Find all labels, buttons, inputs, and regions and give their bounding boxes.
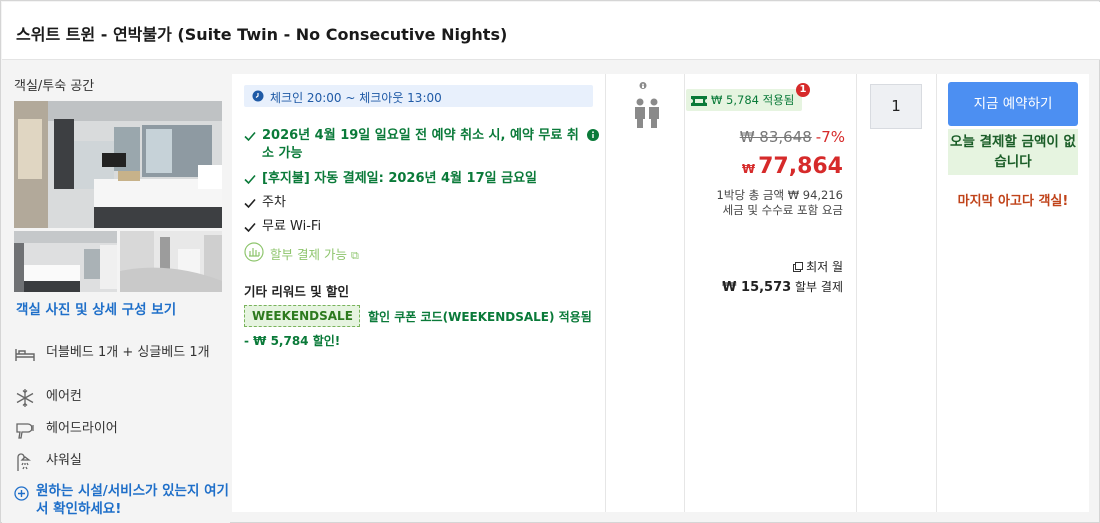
amenity-item: 에어컨 (14, 387, 224, 409)
feature-text: 주차 (262, 195, 286, 210)
amenity-item: 더블베드 1개 + 싱글베드 1개 (14, 343, 224, 377)
feature-text: 무료 Wi-Fi (262, 219, 322, 234)
checkin-text: 체크인 20:00 ~ 체크아웃 13:00 (270, 91, 442, 105)
column-divider (605, 74, 606, 512)
coupon-applied-text: 할인 쿠폰 코드(WEEKENDSALE) 적용됨 (368, 310, 592, 324)
coupon-code: WEEKENDSALE (252, 309, 353, 323)
hairdryer-icon (14, 419, 36, 441)
coupon-discount-text: - ₩ 5,784 할인! (244, 334, 341, 348)
per-night-total: 1박당 총 금액 ₩ 94,216 (716, 188, 843, 202)
section-title: 객실/투숙 공간 (14, 79, 95, 94)
room-photo-thumb[interactable] (120, 231, 222, 292)
info-icon[interactable] (587, 129, 599, 147)
feature-text: [후지불] 자동 결제일: 2026년 4월 17일 금요일 (262, 171, 537, 186)
guests-icon (633, 82, 661, 128)
amenity-label: 더블베드 1개 + 싱글베드 1개 (46, 345, 210, 360)
feature-pay-later: [후지불] 자동 결제일: 2026년 4월 17일 금요일 (244, 170, 599, 188)
check-icon (244, 221, 256, 239)
feature-text: 2026년 4월 19일 일요일 전 예약 취소 시, 예약 무료 취소 가능 (262, 128, 579, 161)
feature-free-cancellation: 2026년 4월 19일 일요일 전 예약 취소 시, 예약 무료 취소 가능 (244, 127, 599, 163)
ticket-icon (691, 95, 707, 109)
check-icon (244, 173, 256, 191)
current-price: ₩77,864 (742, 154, 843, 179)
promo-heading: 기타 리워드 및 할인 (244, 284, 350, 299)
room-card: 스위트 트윈 - 연박불가 (Suite Twin - No Consecuti… (0, 0, 1100, 523)
last-room-notice: 마지막 아고다 객실! (957, 194, 1069, 209)
column-divider (856, 74, 857, 512)
amenity-label: 샤워실 (46, 453, 82, 468)
feature-wifi: 무료 Wi-Fi (244, 218, 599, 236)
amenity-item: 샤워실 (14, 451, 224, 473)
room-info-panel: 객실/투숙 공간 객실 사진 및 상세 구성 보기 더블베드 1개 + 싱글베드… (2, 61, 230, 523)
amenity-label: 에어컨 (46, 389, 82, 404)
amenity-item: 헤어드라이어 (14, 419, 224, 441)
check-facilities-label: 원하는 시설/서비스가 있는지 여기서 확인하세요! (36, 483, 229, 517)
lowest-monthly-label[interactable]: 최저 월 (793, 258, 843, 275)
installment-label: 할부 결제 가능 ⧉ (270, 247, 359, 262)
notification-badge: 1 (796, 83, 810, 97)
currency-symbol: ₩ (741, 162, 756, 176)
room-quantity-select[interactable]: 1 (870, 84, 922, 129)
original-price: ₩ 83,648 -7% (739, 128, 845, 146)
snowflake-icon (14, 387, 36, 409)
column-divider (684, 74, 685, 512)
price-amount: 77,864 (758, 154, 843, 179)
installment-icon (244, 242, 264, 265)
book-now-button[interactable]: 지금 예약하기 (948, 82, 1078, 126)
savings-badge: ₩ 5,784 적용됨 (686, 89, 803, 111)
check-icon (244, 197, 256, 215)
room-photo-main[interactable] (14, 101, 222, 228)
coupon-badge: WEEKENDSALE (244, 305, 360, 327)
discount-percent: -7% (815, 128, 845, 146)
amenity-label: 헤어드라이어 (46, 421, 118, 436)
clock-icon (252, 90, 264, 105)
room-header: 스위트 트윈 - 연박불가 (Suite Twin - No Consecuti… (2, 2, 1100, 60)
column-divider (936, 74, 937, 512)
savings-text: ₩ 5,784 적용됨 (711, 93, 795, 107)
feature-parking: 주차 (244, 194, 599, 212)
no-payment-today: 오늘 결제할 금액이 없습니다 (948, 129, 1078, 175)
monthly-installment: ₩ 15,573 할부 결제 (722, 280, 843, 295)
plus-circle-icon (14, 486, 29, 505)
check-icon (244, 130, 256, 148)
taxes-note: 세금 및 수수료 포함 요금 (722, 203, 843, 217)
monthly-amount: ₩ 15,573 (722, 280, 792, 295)
room-photos-link[interactable]: 객실 사진 및 상세 구성 보기 (16, 298, 176, 318)
room-title: 스위트 트윈 - 연박불가 (Suite Twin - No Consecuti… (16, 25, 508, 44)
external-link-icon (793, 261, 804, 275)
external-link-icon: ⧉ (350, 249, 359, 262)
bed-icon (14, 343, 36, 365)
shower-icon (14, 451, 36, 473)
checkin-checkout-time: 체크인 20:00 ~ 체크아웃 13:00 (244, 85, 593, 107)
room-photo-thumb[interactable] (14, 231, 117, 292)
offer-row: 체크인 20:00 ~ 체크아웃 13:00 2026년 4월 19일 일요일 … (232, 74, 1089, 512)
